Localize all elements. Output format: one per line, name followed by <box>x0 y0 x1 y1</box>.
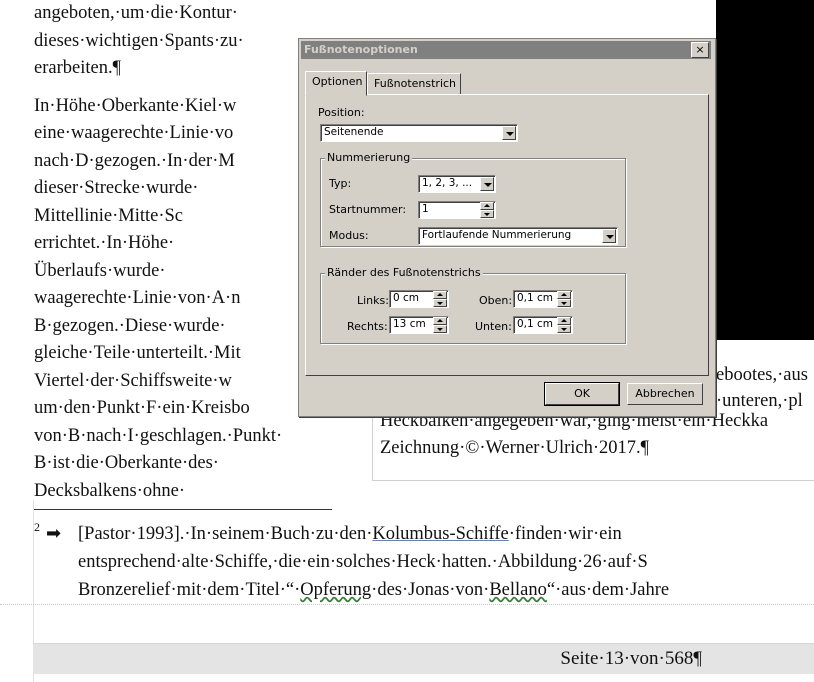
right-margin-label: Rechts: <box>347 320 388 333</box>
position-value: Seitenende <box>324 126 384 138</box>
page-boundary-line <box>0 604 814 605</box>
right-margin-value: 13 cm <box>393 318 426 330</box>
footnote-text-segment: Bronzerelief·mit·dem·Titel·“· <box>78 580 301 600</box>
image-background <box>716 0 814 340</box>
footnote-text-segment: ·finden·wir·ein <box>508 524 622 544</box>
spin-down-icon[interactable] <box>480 210 494 218</box>
left-margin-stepper[interactable]: 0 cm <box>389 290 449 308</box>
stepper-buttons <box>433 317 447 333</box>
spin-up-icon[interactable] <box>433 317 447 325</box>
footnote-line: Bronzerelief·mit·dem·Titel·“·Opferung·de… <box>78 576 814 604</box>
text-line: von·B·nach·I·geschlagen.·Punkt· <box>34 425 283 446</box>
start-number-value: 1 <box>422 203 429 215</box>
top-margin-label: Oben: <box>479 294 513 307</box>
footnote-number: 2 <box>34 520 40 534</box>
mode-label: Modus: <box>329 229 369 242</box>
footnote-line: entsprechend·alte·Schiffe,·die·ein·solch… <box>78 548 814 576</box>
numbering-group-title: Nummerierung <box>325 151 413 164</box>
margins-group-title: Ränder des Fußnotenstrichs <box>325 266 483 279</box>
spellcheck-word[interactable]: Opferung <box>300 580 371 600</box>
footnote-text-segment: entsprechend·alte·Schiffe,·die·ein·solch… <box>78 552 648 572</box>
right-margin-stepper[interactable]: 13 cm <box>389 316 449 334</box>
position-label: Position: <box>318 106 365 119</box>
spin-up-icon[interactable] <box>480 202 494 210</box>
chevron-down-icon[interactable] <box>602 229 616 243</box>
start-number-stepper[interactable]: 1 <box>418 201 496 219</box>
spin-down-icon[interactable] <box>433 325 447 333</box>
position-select[interactable]: Seitenende <box>320 124 518 142</box>
spin-up-icon[interactable] <box>557 291 571 299</box>
footnote-separator <box>34 509 332 510</box>
spin-up-icon[interactable] <box>433 291 447 299</box>
footnote-link[interactable]: Kolumbus-Schiffe <box>372 524 508 544</box>
top-margin-value: 0,1 cm <box>517 292 554 304</box>
tab-panel-options: Position: Seitenende Nummerierung Typ: 1… <box>305 94 709 376</box>
ship-hull-image[interactable] <box>716 0 814 340</box>
stepper-buttons <box>557 291 571 307</box>
stepper-buttons <box>480 202 494 218</box>
tab-footnote-separator[interactable]: Fußnotenstrich <box>367 73 461 95</box>
numbering-group: Nummerierung Typ: 1, 2, 3, ... Startnumm… <box>320 151 626 247</box>
dialog-title: Fußnotenoptionen <box>304 43 418 56</box>
footnote-text: [Pastor·1993].·In·seinem·Buch·zu·den·Kol… <box>78 520 814 604</box>
cancel-button[interactable]: Abbrechen <box>627 383 703 405</box>
chevron-down-icon[interactable] <box>502 126 516 140</box>
bottom-margin-value: 0,1 cm <box>517 318 554 330</box>
image-caption-overflow: ebootes,·aus ·unteren,·pl <box>716 362 814 414</box>
mode-value: Fortlaufende Nummerierung <box>422 229 572 241</box>
page-number: Seite·13·von·568¶ <box>560 648 702 669</box>
caption-line: Zeichnung·©·Werner·Ulrich·2017.¶ <box>380 438 650 458</box>
spin-down-icon[interactable] <box>557 299 571 307</box>
text-line: angeboten,·um·die·Kontur· <box>34 3 238 23</box>
ok-button[interactable]: OK <box>544 382 620 406</box>
stepper-buttons <box>557 317 571 333</box>
bottom-margin-stepper[interactable]: 0,1 cm <box>513 316 573 334</box>
page-footer[interactable]: Seite·13·von·568¶ <box>33 643 814 674</box>
footnote-text-segment: ·des·Jonas·von· <box>371 580 490 600</box>
footnote-line: [Pastor·1993].·In·seinem·Buch·zu·den·Kol… <box>78 520 814 548</box>
text-line: Decksbalkens·ohne· <box>34 480 186 501</box>
caption-right-line: ebootes,·aus <box>716 365 808 385</box>
left-margin-label: Links: <box>357 294 389 307</box>
left-margin-value: 0 cm <box>393 292 420 304</box>
bottom-margin-label: Unten: <box>475 320 512 333</box>
spin-up-icon[interactable] <box>557 317 571 325</box>
arrow-right-icon: ➡ <box>46 523 62 544</box>
footnote-text-segment: [Pastor·1993].·In·seinem·Buch·zu·den· <box>78 524 373 544</box>
dialog-titlebar[interactable]: Fußnotenoptionen × <box>301 41 711 59</box>
type-label: Typ: <box>329 177 352 190</box>
chevron-down-icon[interactable] <box>480 177 494 191</box>
top-margin-stepper[interactable]: 0,1 cm <box>513 290 573 308</box>
footnote-options-dialog[interactable]: Fußnotenoptionen × Optionen Fußnotenstri… <box>298 38 716 417</box>
type-select[interactable]: 1, 2, 3, ... <box>418 175 496 193</box>
spellcheck-word[interactable]: Bellano <box>489 580 547 600</box>
tab-options[interactable]: Optionen <box>305 71 367 96</box>
spin-down-icon[interactable] <box>557 325 571 333</box>
spin-down-icon[interactable] <box>433 299 447 307</box>
footnote-text-segment: “·aus·dem·Jahre <box>546 580 670 600</box>
text-line: B·ist·die·Oberkante·des· <box>34 453 219 473</box>
start-number-label: Startnummer: <box>329 203 407 216</box>
separator-margins-group: Ränder des Fußnotenstrichs Links: 0 cm R… <box>320 266 626 344</box>
type-value: 1, 2, 3, ... <box>422 177 473 189</box>
close-button[interactable]: × <box>691 42 709 58</box>
stepper-buttons <box>433 291 447 307</box>
mode-select[interactable]: Fortlaufende Nummerierung <box>418 227 618 245</box>
